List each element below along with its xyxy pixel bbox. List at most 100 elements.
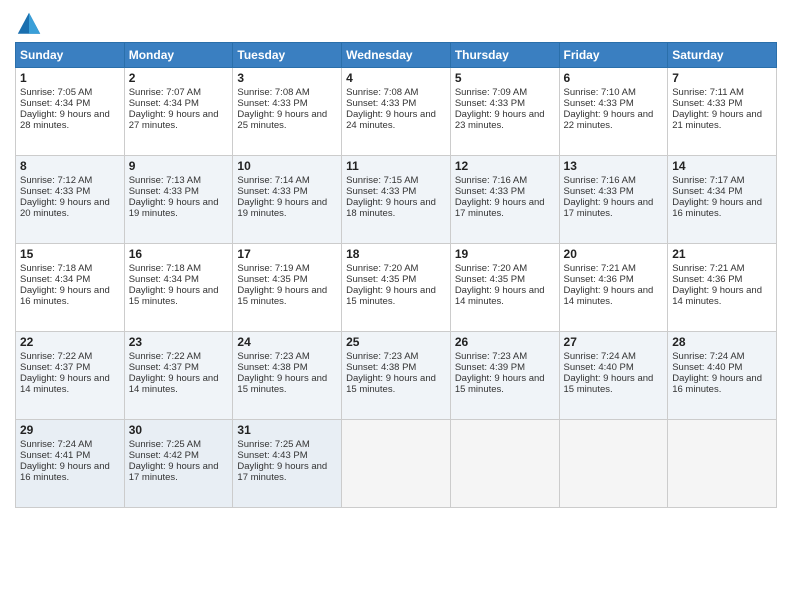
calendar-cell <box>342 420 451 508</box>
day-number: 25 <box>346 335 446 349</box>
daylight: Daylight: 9 hours and 16 minutes. <box>20 461 110 483</box>
daylight: Daylight: 9 hours and 25 minutes. <box>237 109 327 131</box>
day-number: 14 <box>672 159 772 173</box>
sunset: Sunset: 4:39 PM <box>455 362 525 373</box>
day-number: 3 <box>237 71 337 85</box>
sunrise: Sunrise: 7:07 AM <box>129 87 201 98</box>
calendar-cell: 23Sunrise: 7:22 AMSunset: 4:37 PMDayligh… <box>124 332 233 420</box>
sunset: Sunset: 4:38 PM <box>237 362 307 373</box>
day-number: 11 <box>346 159 446 173</box>
sunrise: Sunrise: 7:16 AM <box>455 175 527 186</box>
sunrise: Sunrise: 7:11 AM <box>672 87 744 98</box>
daylight: Daylight: 9 hours and 28 minutes. <box>20 109 110 131</box>
sunrise: Sunrise: 7:13 AM <box>129 175 201 186</box>
calendar-cell: 27Sunrise: 7:24 AMSunset: 4:40 PMDayligh… <box>559 332 668 420</box>
daylight: Daylight: 9 hours and 14 minutes. <box>672 285 762 307</box>
calendar-cell: 15Sunrise: 7:18 AMSunset: 4:34 PMDayligh… <box>16 244 125 332</box>
sunset: Sunset: 4:33 PM <box>455 186 525 197</box>
daylight: Daylight: 9 hours and 15 minutes. <box>564 373 654 395</box>
day-number: 12 <box>455 159 555 173</box>
daylight: Daylight: 9 hours and 15 minutes. <box>237 285 327 307</box>
daylight: Daylight: 9 hours and 15 minutes. <box>129 285 219 307</box>
calendar-cell: 25Sunrise: 7:23 AMSunset: 4:38 PMDayligh… <box>342 332 451 420</box>
daylight: Daylight: 9 hours and 17 minutes. <box>455 197 545 219</box>
calendar-cell: 28Sunrise: 7:24 AMSunset: 4:40 PMDayligh… <box>668 332 777 420</box>
day-header-wednesday: Wednesday <box>342 43 451 68</box>
calendar-cell: 14Sunrise: 7:17 AMSunset: 4:34 PMDayligh… <box>668 156 777 244</box>
calendar-cell: 31Sunrise: 7:25 AMSunset: 4:43 PMDayligh… <box>233 420 342 508</box>
day-number: 4 <box>346 71 446 85</box>
logo-icon <box>15 10 43 38</box>
sunrise: Sunrise: 7:24 AM <box>672 351 744 362</box>
day-number: 28 <box>672 335 772 349</box>
daylight: Daylight: 9 hours and 20 minutes. <box>20 197 110 219</box>
daylight: Daylight: 9 hours and 17 minutes. <box>564 197 654 219</box>
day-number: 1 <box>20 71 120 85</box>
header <box>15 10 777 38</box>
daylight: Daylight: 9 hours and 19 minutes. <box>129 197 219 219</box>
sunset: Sunset: 4:33 PM <box>237 98 307 109</box>
calendar-cell: 2Sunrise: 7:07 AMSunset: 4:34 PMDaylight… <box>124 68 233 156</box>
sunrise: Sunrise: 7:24 AM <box>564 351 636 362</box>
calendar-cell: 22Sunrise: 7:22 AMSunset: 4:37 PMDayligh… <box>16 332 125 420</box>
calendar-cell: 20 Sunrise: 7:21 AMSunset: 4:36 PMDayligh… <box>559 244 668 332</box>
calendar-cell: 26Sunrise: 7:23 AMSunset: 4:39 PMDayligh… <box>450 332 559 420</box>
calendar-week-1: 1 Sunrise: 7:05 AM Sunset: 4:34 PM Daylight… <box>16 68 777 156</box>
calendar-cell: 7Sunrise: 7:11 AMSunset: 4:33 PMDaylight… <box>668 68 777 156</box>
day-number: 29 <box>20 423 120 437</box>
day-number: 13 <box>564 159 664 173</box>
sunset: Sunset: 4:43 PM <box>237 450 307 461</box>
calendar-cell: 4Sunrise: 7:08 AMSunset: 4:33 PMDaylight… <box>342 68 451 156</box>
sunset: Sunset: 4:34 PM <box>20 274 90 285</box>
logo <box>15 10 47 38</box>
day-number: 16 <box>129 247 229 261</box>
calendar-week-3: 15Sunrise: 7:18 AMSunset: 4:34 PMDayligh… <box>16 244 777 332</box>
daylight: Daylight: 9 hours and 19 minutes. <box>237 197 327 219</box>
sunset: Sunset: 4:37 PM <box>20 362 90 373</box>
calendar-cell: 29Sunrise: 7:24 AMSunset: 4:41 PMDayligh… <box>16 420 125 508</box>
calendar-cell: 11Sunrise: 7:15 AMSunset: 4:33 PMDayligh… <box>342 156 451 244</box>
daylight: Daylight: 9 hours and 22 minutes. <box>564 109 654 131</box>
sunrise: Sunrise: 7:08 AM <box>346 87 418 98</box>
daylight: Daylight: 9 hours and 15 minutes. <box>346 373 436 395</box>
sunrise: Sunrise: 7:17 AM <box>672 175 744 186</box>
daylight: Daylight: 9 hours and 15 minutes. <box>455 373 545 395</box>
day-number: 6 <box>564 71 664 85</box>
calendar-cell: 1Sunrise: 7:05 AMSunset: 4:34 PMDaylight… <box>16 68 125 156</box>
calendar-cell: 30Sunrise: 7:25 AMSunset: 4:42 PMDayligh… <box>124 420 233 508</box>
day-number: 20 <box>564 247 664 261</box>
sunset: Sunset: 4:36 PM <box>564 274 634 285</box>
day-number: 15 <box>20 247 120 261</box>
sunrise: Sunrise: 7:05 AM <box>20 87 92 98</box>
sunrise: Sunrise: 7:18 AM <box>20 263 92 274</box>
sunset: Sunset: 4:37 PM <box>129 362 199 373</box>
calendar-week-5: 29Sunrise: 7:24 AMSunset: 4:41 PMDayligh… <box>16 420 777 508</box>
calendar-week-4: 22Sunrise: 7:22 AMSunset: 4:37 PMDayligh… <box>16 332 777 420</box>
day-number: 5 <box>455 71 555 85</box>
sunrise: Sunrise: 7:20 AM <box>346 263 418 274</box>
day-header-saturday: Saturday <box>668 43 777 68</box>
daylight: Daylight: 9 hours and 24 minutes. <box>346 109 436 131</box>
calendar-cell: 19Sunrise: 7:20 AMSunset: 4:35 PMDayligh… <box>450 244 559 332</box>
sunset: Sunset: 4:40 PM <box>672 362 742 373</box>
daylight: Daylight: 9 hours and 14 minutes. <box>129 373 219 395</box>
sunrise: Sunrise: 7:23 AM <box>237 351 309 362</box>
page: SundayMondayTuesdayWednesdayThursdayFrid… <box>0 0 792 612</box>
day-number: 17 <box>237 247 337 261</box>
calendar-cell: 13Sunrise: 7:16 AMSunset: 4:33 PMDayligh… <box>559 156 668 244</box>
daylight: Daylight: 9 hours and 17 minutes. <box>129 461 219 483</box>
sunrise: Sunrise: 7:18 AM <box>129 263 201 274</box>
calendar-cell: 12 Sunrise: 7:16 AMSunset: 4:33 PMDayligh… <box>450 156 559 244</box>
calendar-cell: 21Sunrise: 7:21 AMSunset: 4:36 PMDayligh… <box>668 244 777 332</box>
daylight: Daylight: 9 hours and 16 minutes. <box>672 197 762 219</box>
sunset: Sunset: 4:33 PM <box>564 98 634 109</box>
sunset: Sunset: 4:33 PM <box>129 186 199 197</box>
sunrise: Sunrise: 7:21 AM <box>564 263 636 274</box>
sunset: Sunset: 4:34 PM <box>129 274 199 285</box>
day-number: 21 <box>672 247 772 261</box>
sunset: Sunset: 4:33 PM <box>237 186 307 197</box>
sunrise: Sunrise: 7:20 AM <box>455 263 527 274</box>
daylight: Daylight: 9 hours and 14 minutes. <box>564 285 654 307</box>
sunset: Sunset: 4:34 PM <box>129 98 199 109</box>
day-header-friday: Friday <box>559 43 668 68</box>
